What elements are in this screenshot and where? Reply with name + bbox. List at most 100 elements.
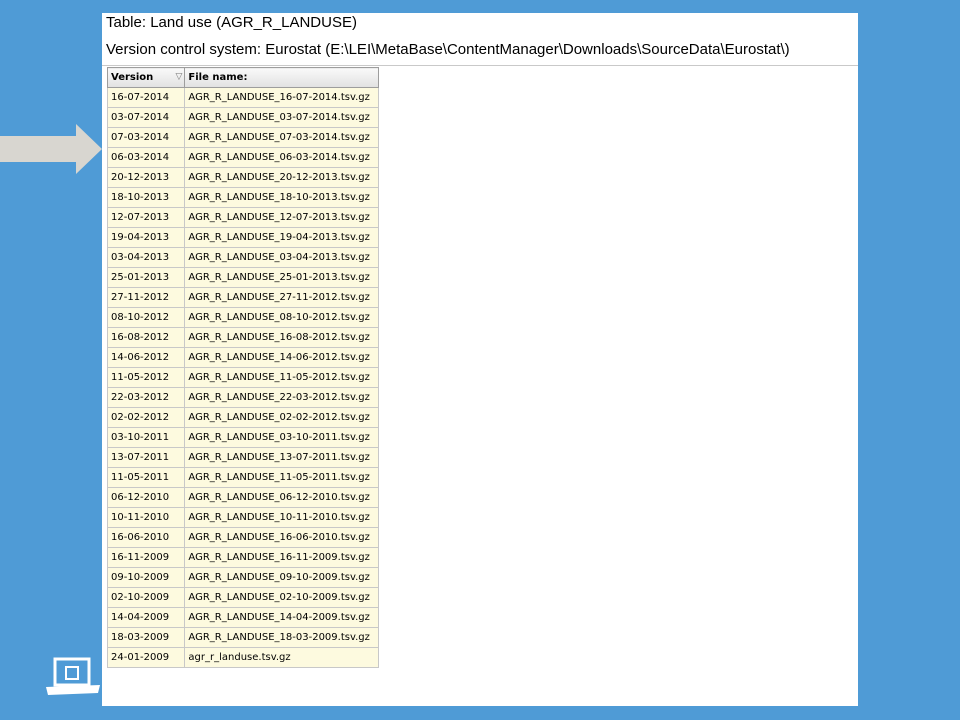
version-cell[interactable]: 10-11-2010 xyxy=(106,507,186,528)
table-row[interactable]: 14-06-2012 AGR_R_LANDUSE_14-06-2012.tsv.g… xyxy=(106,347,379,368)
file-name-cell[interactable]: AGR_R_LANDUSE_12-07-2013.tsv.gz xyxy=(184,207,379,228)
version-cell[interactable]: 24-01-2009 xyxy=(106,647,186,668)
version-cell[interactable]: 20-12-2013 xyxy=(106,167,186,188)
file-name-cell[interactable]: AGR_R_LANDUSE_14-04-2009.tsv.gz xyxy=(184,607,379,628)
table-row[interactable]: 16-08-2012 AGR_R_LANDUSE_16-08-2012.tsv.g… xyxy=(106,327,379,348)
file-name-cell[interactable]: AGR_R_LANDUSE_18-03-2009.tsv.gz xyxy=(184,627,379,648)
column-header-version-label: Version xyxy=(111,72,154,83)
table-row[interactable]: 24-01-2009 agr_r_landuse.tsv.gz xyxy=(106,647,379,668)
version-cell[interactable]: 19-04-2013 xyxy=(106,227,186,248)
table-row[interactable]: 12-07-2013 AGR_R_LANDUSE_12-07-2013.tsv.g… xyxy=(106,207,379,228)
column-header-version[interactable]: Version ▽ xyxy=(106,67,186,88)
table-row[interactable]: 03-07-2014 AGR_R_LANDUSE_03-07-2014.tsv.g… xyxy=(106,107,379,128)
file-name-cell[interactable]: AGR_R_LANDUSE_03-04-2013.tsv.gz xyxy=(184,247,379,268)
version-cell[interactable]: 16-11-2009 xyxy=(106,547,186,568)
table-title: Table: Land use (AGR_R_LANDUSE) xyxy=(106,14,357,31)
table-row[interactable]: 06-03-2014 AGR_R_LANDUSE_06-03-2014.tsv.g… xyxy=(106,147,379,168)
table-row[interactable]: 13-07-2011 AGR_R_LANDUSE_13-07-2011.tsv.g… xyxy=(106,447,379,468)
table-row[interactable]: 27-11-2012 AGR_R_LANDUSE_27-11-2012.tsv.g… xyxy=(106,287,379,308)
table-row[interactable]: 20-12-2013 AGR_R_LANDUSE_20-12-2013.tsv.g… xyxy=(106,167,379,188)
table-row[interactable]: 16-11-2009 AGR_R_LANDUSE_16-11-2009.tsv.g… xyxy=(106,547,379,568)
file-name-cell[interactable]: AGR_R_LANDUSE_25-01-2013.tsv.gz xyxy=(184,267,379,288)
file-name-cell[interactable]: AGR_R_LANDUSE_14-06-2012.tsv.gz xyxy=(184,347,379,368)
file-name-cell[interactable]: AGR_R_LANDUSE_03-07-2014.tsv.gz xyxy=(184,107,379,128)
arrow-right-icon xyxy=(0,124,102,174)
file-name-cell[interactable]: AGR_R_LANDUSE_09-10-2009.tsv.gz xyxy=(184,567,379,588)
version-cell[interactable]: 03-10-2011 xyxy=(106,427,186,448)
table-row[interactable]: 03-10-2011 AGR_R_LANDUSE_03-10-2011.tsv.g… xyxy=(106,427,379,448)
table-row[interactable]: 22-03-2012 AGR_R_LANDUSE_22-03-2012.tsv.g… xyxy=(106,387,379,408)
version-cell[interactable]: 22-03-2012 xyxy=(106,387,186,408)
header-divider xyxy=(102,65,858,66)
file-name-cell[interactable]: AGR_R_LANDUSE_16-08-2012.tsv.gz xyxy=(184,327,379,348)
file-name-cell[interactable]: AGR_R_LANDUSE_16-06-2010.tsv.gz xyxy=(184,527,379,548)
file-name-cell[interactable]: AGR_R_LANDUSE_06-03-2014.tsv.gz xyxy=(184,147,379,168)
table-row[interactable]: 02-10-2009 AGR_R_LANDUSE_02-10-2009.tsv.g… xyxy=(106,587,379,608)
version-cell[interactable]: 18-10-2013 xyxy=(106,187,186,208)
file-name-cell[interactable]: AGR_R_LANDUSE_07-03-2014.tsv.gz xyxy=(184,127,379,148)
file-name-cell[interactable]: AGR_R_LANDUSE_16-11-2009.tsv.gz xyxy=(184,547,379,568)
version-table: Version ▽ File name: 16-07-2014 AGR_R_LAN… xyxy=(106,67,379,668)
table-row[interactable]: 07-03-2014 AGR_R_LANDUSE_07-03-2014.tsv.g… xyxy=(106,127,379,148)
table-row[interactable]: 11-05-2011 AGR_R_LANDUSE_11-05-2011.tsv.g… xyxy=(106,467,379,488)
table-row[interactable]: 18-10-2013 AGR_R_LANDUSE_18-10-2013.tsv.g… xyxy=(106,187,379,208)
version-cell[interactable]: 06-03-2014 xyxy=(106,147,186,168)
version-cell[interactable]: 02-10-2009 xyxy=(106,587,186,608)
table-row[interactable]: 14-04-2009 AGR_R_LANDUSE_14-04-2009.tsv.g… xyxy=(106,607,379,628)
file-name-cell[interactable]: agr_r_landuse.tsv.gz xyxy=(184,647,379,668)
sort-descending-icon[interactable]: ▽ xyxy=(176,72,183,82)
table-row[interactable]: 18-03-2009 AGR_R_LANDUSE_18-03-2009.tsv.g… xyxy=(106,627,379,648)
version-cell[interactable]: 27-11-2012 xyxy=(106,287,186,308)
file-name-cell[interactable]: AGR_R_LANDUSE_02-02-2012.tsv.gz xyxy=(184,407,379,428)
table-row[interactable]: 02-02-2012 AGR_R_LANDUSE_02-02-2012.tsv.g… xyxy=(106,407,379,428)
version-cell[interactable]: 12-07-2013 xyxy=(106,207,186,228)
table-row[interactable]: 16-06-2010 AGR_R_LANDUSE_16-06-2010.tsv.g… xyxy=(106,527,379,548)
version-cell[interactable]: 08-10-2012 xyxy=(106,307,186,328)
file-name-cell[interactable]: AGR_R_LANDUSE_16-07-2014.tsv.gz xyxy=(184,87,379,108)
file-name-cell[interactable]: AGR_R_LANDUSE_22-03-2012.tsv.gz xyxy=(184,387,379,408)
version-cell[interactable]: 14-06-2012 xyxy=(106,347,186,368)
version-cell[interactable]: 03-07-2014 xyxy=(106,107,186,128)
version-cell[interactable]: 09-10-2009 xyxy=(106,567,186,588)
table-row[interactable]: 11-05-2012 AGR_R_LANDUSE_11-05-2012.tsv.g… xyxy=(106,367,379,388)
table-row[interactable]: 08-10-2012 AGR_R_LANDUSE_08-10-2012.tsv.g… xyxy=(106,307,379,328)
file-name-cell[interactable]: AGR_R_LANDUSE_10-11-2010.tsv.gz xyxy=(184,507,379,528)
version-cell[interactable]: 07-03-2014 xyxy=(106,127,186,148)
version-cell[interactable]: 06-12-2010 xyxy=(106,487,186,508)
file-name-cell[interactable]: AGR_R_LANDUSE_19-04-2013.tsv.gz xyxy=(184,227,379,248)
table-row[interactable]: 25-01-2013 AGR_R_LANDUSE_25-01-2013.tsv.g… xyxy=(106,267,379,288)
column-header-file-name[interactable]: File name: xyxy=(184,67,379,88)
file-name-cell[interactable]: AGR_R_LANDUSE_20-12-2013.tsv.gz xyxy=(184,167,379,188)
table-row[interactable]: 16-07-2014 AGR_R_LANDUSE_16-07-2014.tsv.g… xyxy=(106,87,379,108)
version-cell[interactable]: 11-05-2012 xyxy=(106,367,186,388)
table-row[interactable]: 19-04-2013 AGR_R_LANDUSE_19-04-2013.tsv.g… xyxy=(106,227,379,248)
file-name-cell[interactable]: AGR_R_LANDUSE_02-10-2009.tsv.gz xyxy=(184,587,379,608)
version-cell[interactable]: 25-01-2013 xyxy=(106,267,186,288)
version-cell[interactable]: 16-08-2012 xyxy=(106,327,186,348)
version-cell[interactable]: 11-05-2011 xyxy=(106,467,186,488)
file-name-cell[interactable]: AGR_R_LANDUSE_06-12-2010.tsv.gz xyxy=(184,487,379,508)
table-header-row: Version ▽ File name: xyxy=(106,67,379,88)
file-name-cell[interactable]: AGR_R_LANDUSE_08-10-2012.tsv.gz xyxy=(184,307,379,328)
file-name-cell[interactable]: AGR_R_LANDUSE_13-07-2011.tsv.gz xyxy=(184,447,379,468)
version-cell[interactable]: 13-07-2011 xyxy=(106,447,186,468)
table-row[interactable]: 03-04-2013 AGR_R_LANDUSE_03-04-2013.tsv.g… xyxy=(106,247,379,268)
table-row[interactable]: 10-11-2010 AGR_R_LANDUSE_10-11-2010.tsv.g… xyxy=(106,507,379,528)
version-control-label: Version control system: Eurostat (E:\LEI… xyxy=(106,41,790,58)
content-panel: Table: Land use (AGR_R_LANDUSE) Version … xyxy=(102,13,858,706)
table-row[interactable]: 06-12-2010 AGR_R_LANDUSE_06-12-2010.tsv.g… xyxy=(106,487,379,508)
file-name-cell[interactable]: AGR_R_LANDUSE_03-10-2011.tsv.gz xyxy=(184,427,379,448)
version-cell[interactable]: 18-03-2009 xyxy=(106,627,186,648)
file-name-cell[interactable]: AGR_R_LANDUSE_18-10-2013.tsv.gz xyxy=(184,187,379,208)
version-cell[interactable]: 16-07-2014 xyxy=(106,87,186,108)
version-cell[interactable]: 03-04-2013 xyxy=(106,247,186,268)
file-name-cell[interactable]: AGR_R_LANDUSE_27-11-2012.tsv.gz xyxy=(184,287,379,308)
version-cell[interactable]: 14-04-2009 xyxy=(106,607,186,628)
file-name-cell[interactable]: AGR_R_LANDUSE_11-05-2011.tsv.gz xyxy=(184,467,379,488)
version-cell[interactable]: 02-02-2012 xyxy=(106,407,186,428)
column-header-file-name-label: File name: xyxy=(188,72,248,83)
file-name-cell[interactable]: AGR_R_LANDUSE_11-05-2012.tsv.gz xyxy=(184,367,379,388)
table-body: 16-07-2014 AGR_R_LANDUSE_16-07-2014.tsv.g… xyxy=(106,87,379,668)
table-row[interactable]: 09-10-2009 AGR_R_LANDUSE_09-10-2009.tsv.g… xyxy=(106,567,379,588)
version-cell[interactable]: 16-06-2010 xyxy=(106,527,186,548)
